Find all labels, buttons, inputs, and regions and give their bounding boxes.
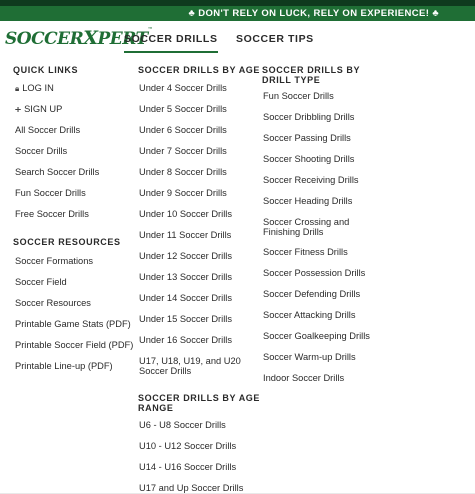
age-link-under-11[interactable]: Under 11 Soccer Drills <box>139 230 231 241</box>
type-link-shooting[interactable]: Soccer Shooting Drills <box>263 154 354 165</box>
drills-by-type-heading: SOCCER DRILLS BY DRILL TYPE <box>262 65 360 85</box>
age-link-under-10[interactable]: Under 10 Soccer Drills <box>139 209 232 220</box>
login-link[interactable]: 🔒︎ LOG IN <box>15 83 54 94</box>
add-user-icon: ➕︎ <box>15 105 22 114</box>
type-link-fun[interactable]: Fun Soccer Drills <box>263 91 334 102</box>
age-link-under-6[interactable]: Under 6 Soccer Drills <box>139 125 227 136</box>
resource-link-formations[interactable]: Soccer Formations <box>15 256 93 267</box>
quick-link-free-soccer-drills[interactable]: Free Soccer Drills <box>15 209 89 220</box>
age-range-heading-line2: RANGE <box>138 403 174 413</box>
promo-banner: ♣ DON'T RELY ON LUCK, RELY ON EXPERIENCE… <box>0 6 475 21</box>
drill-type-heading-line2: DRILL TYPE <box>262 75 321 85</box>
type-link-possession[interactable]: Soccer Possession Drills <box>263 268 365 279</box>
tab-soccer-drills[interactable]: SOCCER DRILLS <box>124 33 218 53</box>
quick-link-fun-soccer-drills[interactable]: Fun Soccer Drills <box>15 188 86 199</box>
age-range-heading-line1: SOCCER DRILLS BY AGE <box>138 393 261 403</box>
type-link-crossing-finishing[interactable]: Soccer Crossing and Finishing Drills <box>263 217 349 237</box>
age-range-link-u14-u16[interactable]: U14 - U16 Soccer Drills <box>139 462 236 473</box>
login-label: LOG IN <box>22 83 54 93</box>
type-link-defending[interactable]: Soccer Defending Drills <box>263 289 360 300</box>
quick-link-search-soccer-drills[interactable]: Search Soccer Drills <box>15 167 99 178</box>
age-link-u17-u20[interactable]: U17, U18, U19, and U20 Soccer Drills <box>139 356 241 376</box>
age-link-under-12[interactable]: Under 12 Soccer Drills <box>139 251 232 262</box>
signup-label: SIGN UP <box>24 104 63 114</box>
quick-link-soccer-drills[interactable]: Soccer Drills <box>15 146 67 157</box>
promo-banner-text: ♣ DON'T RELY ON LUCK, RELY ON EXPERIENCE… <box>188 8 439 19</box>
quick-link-all-soccer-drills[interactable]: All Soccer Drills <box>15 125 80 136</box>
age-link-under-13[interactable]: Under 13 Soccer Drills <box>139 272 232 283</box>
resource-link-lineup-pdf[interactable]: Printable Line-up (PDF) <box>15 361 113 372</box>
age-link-under-4[interactable]: Under 4 Soccer Drills <box>139 83 227 94</box>
logo-x-mark: X <box>83 27 98 49</box>
soccer-resources-heading: SOCCER RESOURCES <box>13 237 121 247</box>
age-link-under-7[interactable]: Under 7 Soccer Drills <box>139 146 227 157</box>
age-range-link-u6-u8[interactable]: U6 - U8 Soccer Drills <box>139 420 226 431</box>
resource-link-soccer-field-pdf[interactable]: Printable Soccer Field (PDF) <box>15 340 133 351</box>
signup-link[interactable]: ➕︎ SIGN UP <box>15 104 63 115</box>
drill-type-heading-line1: SOCCER DRILLS BY <box>262 65 361 75</box>
type-link-heading[interactable]: Soccer Heading Drills <box>263 196 352 207</box>
resource-link-field[interactable]: Soccer Field <box>15 277 67 288</box>
tab-soccer-tips[interactable]: SOCCER TIPS <box>236 33 314 45</box>
age-range-link-u10-u12[interactable]: U10 - U12 Soccer Drills <box>139 441 236 452</box>
crossing-link-line2: Finishing Drills <box>263 226 324 237</box>
logo-text-pre: SOCCER <box>5 29 84 49</box>
type-link-indoor[interactable]: Indoor Soccer Drills <box>263 373 344 384</box>
type-link-dribbling[interactable]: Soccer Dribbling Drills <box>263 112 354 123</box>
age-link-under-8[interactable]: Under 8 Soccer Drills <box>139 167 227 178</box>
age-link-under-14[interactable]: Under 14 Soccer Drills <box>139 293 232 304</box>
age-link-under-5[interactable]: Under 5 Soccer Drills <box>139 104 227 115</box>
resource-link-resources[interactable]: Soccer Resources <box>15 298 91 309</box>
drills-by-age-heading: SOCCER DRILLS BY AGE <box>138 65 261 75</box>
resource-link-game-stats-pdf[interactable]: Printable Game Stats (PDF) <box>15 319 131 330</box>
type-link-goalkeeping[interactable]: Soccer Goalkeeping Drills <box>263 331 370 342</box>
type-link-attacking[interactable]: Soccer Attacking Drills <box>263 310 355 321</box>
age-link-under-9[interactable]: Under 9 Soccer Drills <box>139 188 227 199</box>
type-link-passing[interactable]: Soccer Passing Drills <box>263 133 351 144</box>
age-link-under-16[interactable]: Under 16 Soccer Drills <box>139 335 232 346</box>
type-link-fitness[interactable]: Soccer Fitness Drills <box>263 247 348 258</box>
type-link-receiving[interactable]: Soccer Receiving Drills <box>263 175 359 186</box>
age-link-under-15[interactable]: Under 15 Soccer Drills <box>139 314 232 325</box>
type-link-warm-up[interactable]: Soccer Warm-up Drills <box>263 352 356 363</box>
quick-links-heading: QUICK LINKS <box>13 65 79 75</box>
drills-by-age-range-heading: SOCCER DRILLS BY AGE RANGE <box>138 393 260 413</box>
age-link-u17-u20-line2: Soccer Drills <box>139 365 192 376</box>
site-header: SOCCERXPERT™ SOCCER DRILLS SOCCER TIPS <box>0 21 475 55</box>
login-icon: 🔒︎ <box>15 84 20 93</box>
